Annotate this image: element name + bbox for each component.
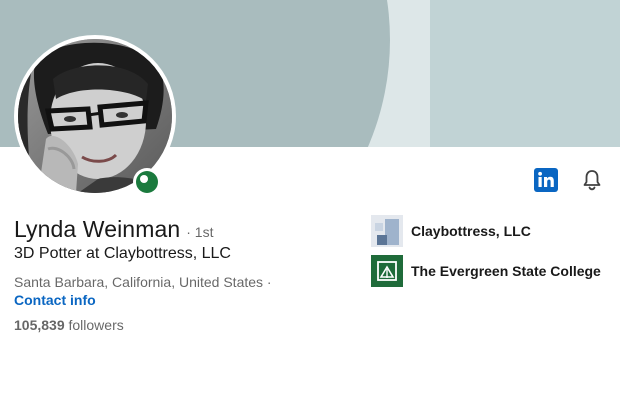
online-status-dot bbox=[140, 175, 148, 183]
profile-location: Santa Barbara, California, United States… bbox=[14, 274, 272, 290]
online-status-ring bbox=[136, 171, 158, 193]
followers-label: followers bbox=[68, 317, 124, 333]
current-company[interactable]: Claybottress, LLC bbox=[371, 215, 531, 247]
claybottress-logo bbox=[371, 215, 403, 247]
followers-number: 105,839 bbox=[14, 317, 65, 333]
online-status-badge bbox=[133, 168, 161, 196]
linkedin-icon[interactable] bbox=[534, 168, 558, 192]
followers-count: 105,839 followers bbox=[14, 317, 124, 333]
company-name: Claybottress, LLC bbox=[411, 223, 531, 239]
banner-shape bbox=[430, 0, 620, 147]
connection-degree: · 1st bbox=[186, 224, 214, 240]
contact-info-link[interactable]: Contact info bbox=[14, 292, 96, 308]
evergreen-logo bbox=[371, 255, 403, 287]
profile-name: Lynda Weinman bbox=[14, 216, 181, 242]
name-row: Lynda Weinman · 1st bbox=[14, 216, 213, 243]
bell-icon[interactable] bbox=[580, 168, 604, 192]
education-school[interactable]: The Evergreen State College bbox=[371, 255, 601, 287]
profile-headline: 3D Potter at Claybottress, LLC bbox=[14, 245, 231, 262]
school-name: The Evergreen State College bbox=[411, 263, 601, 279]
profile-actions bbox=[534, 168, 604, 192]
